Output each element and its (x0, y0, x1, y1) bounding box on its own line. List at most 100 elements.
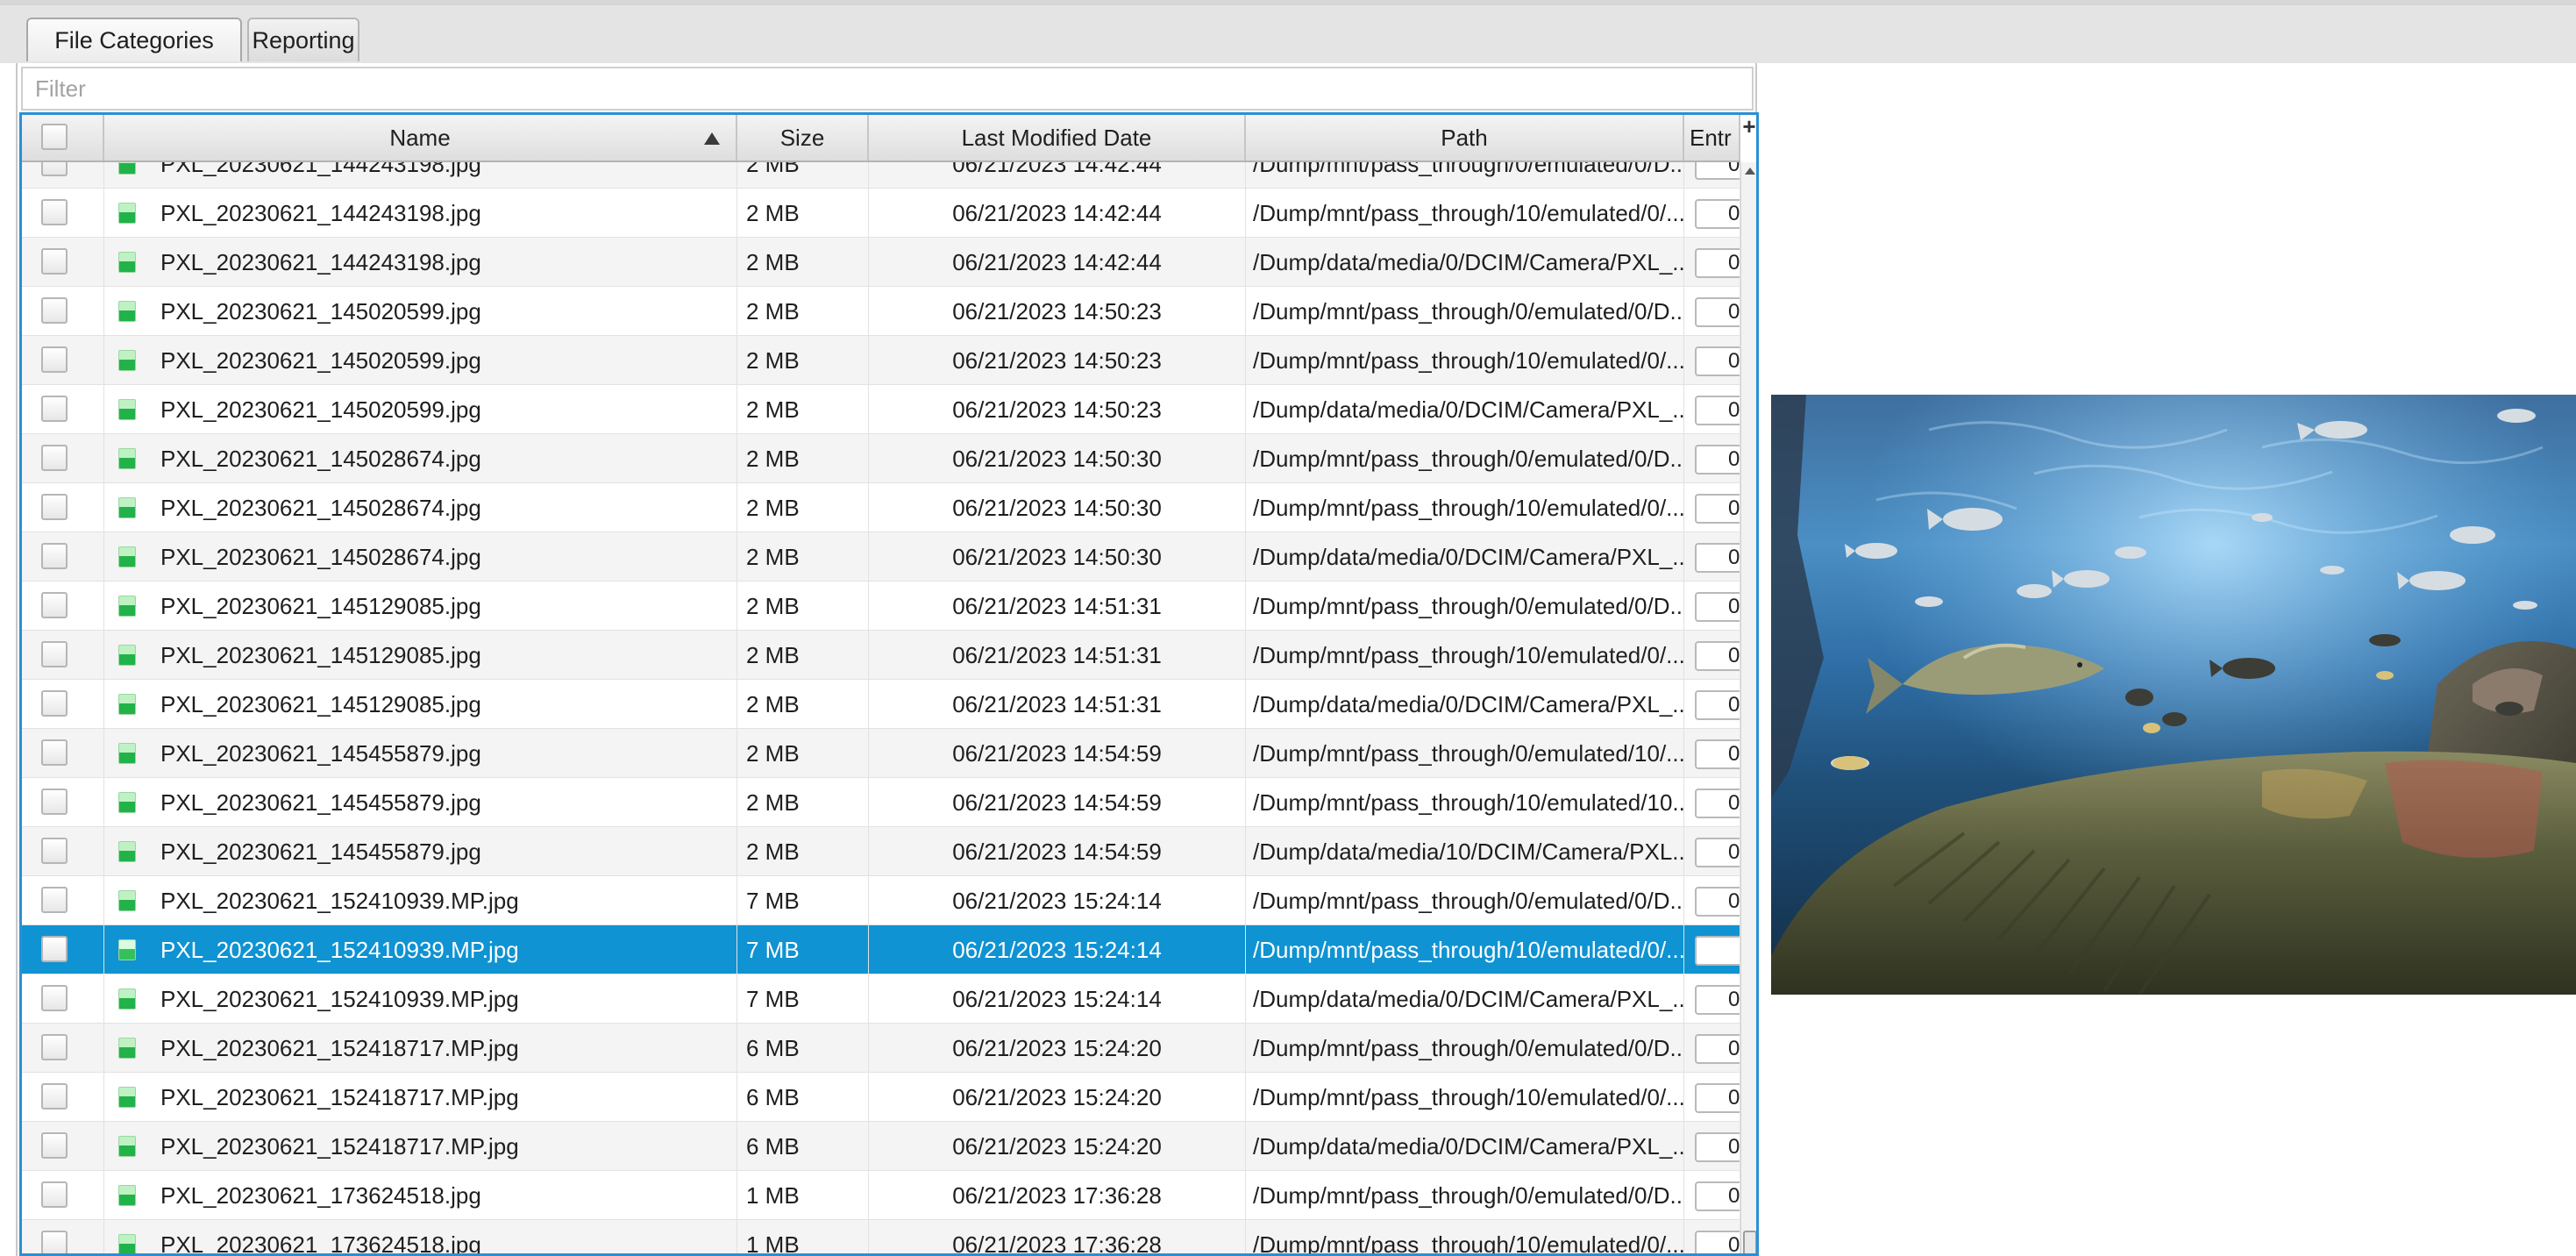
column-header-size[interactable]: Size (737, 115, 869, 161)
table-row[interactable]: PXL_20230621_145455879.jpg 2 MB 06/21/2023… (22, 729, 1740, 778)
tab-reporting[interactable]: Reporting (247, 18, 359, 61)
filter-input[interactable] (21, 67, 1754, 111)
underwater-photo (1771, 395, 2576, 995)
row-checkbox[interactable] (41, 248, 68, 275)
file-path: /Dump/data/media/0/DCIM/Camera/PXL_... (1246, 238, 1684, 287)
table-row[interactable]: PXL_20230621_144243198.jpg 2 MB 06/21/2023… (22, 189, 1740, 238)
entry-field[interactable]: 0. (1695, 1132, 1740, 1162)
add-column-icon[interactable]: + (1740, 115, 1756, 141)
scroll-up-arrow-icon[interactable] (1745, 168, 1755, 175)
entry-field[interactable]: 0. (1695, 1231, 1740, 1253)
entry-field[interactable]: 0. (1695, 887, 1740, 917)
row-checkbox[interactable] (41, 1231, 68, 1253)
row-checkbox[interactable] (41, 641, 68, 667)
row-checkbox[interactable] (41, 838, 68, 864)
table-row-selected[interactable]: PXL_20230621_152410939.MP.jpg 7 MB 06/21/2… (22, 925, 1740, 974)
scroll-thumb[interactable] (1743, 1231, 1756, 1253)
file-size: 1 MB (737, 1220, 869, 1253)
entry-field[interactable]: 0. (1695, 199, 1740, 229)
table-row[interactable]: PXL_20230621_145028674.jpg 2 MB 06/21/2023… (22, 434, 1740, 483)
table-row[interactable]: PXL_20230621_152418717.MP.jpg 6 MB 06/21/2… (22, 1122, 1740, 1171)
table-row[interactable]: PXL_20230621_144243198.jpg 2 MB 06/21/2023… (22, 238, 1740, 287)
last-modified-date: 06/21/2023 14:54:59 (869, 778, 1246, 827)
entry-field[interactable]: 0. (1695, 641, 1740, 671)
row-checkbox[interactable] (41, 887, 68, 913)
table-row[interactable]: PXL_20230621_173624518.jpg 1 MB 06/21/2023… (22, 1171, 1740, 1220)
files-table: Name Size Last Modified Date Path Entr +… (19, 112, 1759, 1256)
row-checkbox[interactable] (41, 985, 68, 1011)
column-header-date[interactable]: Last Modified Date (869, 115, 1246, 161)
vertical-scrollbar[interactable] (1740, 162, 1756, 1253)
row-checkbox[interactable] (41, 199, 68, 225)
table-row[interactable]: PXL_20230621_144243198.jpg 2 MB 06/21/2023… (22, 162, 1740, 189)
entry-field[interactable]: 0. (1695, 1034, 1740, 1064)
row-checkbox[interactable] (41, 789, 68, 815)
row-checkbox[interactable] (41, 346, 68, 373)
file-name: PXL_20230621_152418717.MP.jpg (104, 1024, 737, 1073)
entry-field[interactable] (1695, 936, 1740, 966)
file-path: /Dump/mnt/pass_through/0/emulated/10/... (1246, 729, 1684, 778)
table-row[interactable]: PXL_20230621_145020599.jpg 2 MB 06/21/2023… (22, 287, 1740, 336)
column-header-path[interactable]: Path (1246, 115, 1684, 161)
entry-field[interactable]: 0. (1695, 396, 1740, 425)
table-row[interactable]: PXL_20230621_145129085.jpg 2 MB 06/21/2023… (22, 680, 1740, 729)
entry-cell: 0. (1684, 1220, 1740, 1253)
row-checkbox[interactable] (41, 396, 68, 422)
row-checkbox[interactable] (41, 494, 68, 520)
row-checkbox[interactable] (41, 1132, 68, 1159)
entry-field[interactable]: 0. (1695, 543, 1740, 573)
table-row[interactable]: PXL_20230621_152418717.MP.jpg 6 MB 06/21/2… (22, 1024, 1740, 1073)
entry-field[interactable]: 0. (1695, 346, 1740, 376)
row-checkbox[interactable] (41, 690, 68, 717)
table-row[interactable]: PXL_20230621_145020599.jpg 2 MB 06/21/2023… (22, 336, 1740, 385)
entry-field[interactable]: 0. (1695, 162, 1740, 180)
tab-file-categories-view[interactable]: File Categories View (26, 18, 242, 96)
row-checkbox-cell (22, 287, 104, 336)
row-checkbox[interactable] (41, 445, 68, 471)
entry-field[interactable]: 0. (1695, 1181, 1740, 1211)
row-checkbox[interactable] (41, 739, 68, 766)
entry-field[interactable]: 0. (1695, 494, 1740, 524)
table-row[interactable]: PXL_20230621_152418717.MP.jpg 6 MB 06/21/2… (22, 1073, 1740, 1122)
entry-field[interactable]: 0. (1695, 985, 1740, 1015)
table-row[interactable]: PXL_20230621_145020599.jpg 2 MB 06/21/2023… (22, 385, 1740, 434)
table-row[interactable]: PXL_20230621_145028674.jpg 2 MB 06/21/2023… (22, 532, 1740, 582)
entry-field[interactable]: 0. (1695, 838, 1740, 867)
column-header-name[interactable]: Name (104, 115, 737, 161)
row-checkbox[interactable] (41, 1083, 68, 1110)
table-row[interactable]: PXL_20230621_173624518.jpg 1 MB 06/21/2023… (22, 1220, 1740, 1253)
entry-field[interactable]: 0. (1695, 1083, 1740, 1113)
row-checkbox-cell (22, 582, 104, 631)
table-row[interactable]: PXL_20230621_145028674.jpg 2 MB 06/21/2023… (22, 483, 1740, 532)
column-header-entry[interactable]: Entr (1684, 115, 1740, 161)
table-row[interactable]: PXL_20230621_145129085.jpg 2 MB 06/21/2023… (22, 631, 1740, 680)
entry-cell: 0. (1684, 1073, 1740, 1122)
entry-field[interactable]: 0. (1695, 248, 1740, 278)
table-row[interactable]: PXL_20230621_145455879.jpg 2 MB 06/21/2023… (22, 827, 1740, 876)
select-all-checkbox[interactable] (41, 124, 68, 150)
file-size: 1 MB (737, 1171, 869, 1220)
entry-field[interactable]: 0. (1695, 739, 1740, 769)
entry-field[interactable]: 0. (1695, 445, 1740, 475)
row-checkbox[interactable] (41, 1034, 68, 1060)
last-modified-date: 06/21/2023 17:36:28 (869, 1171, 1246, 1220)
file-name: PXL_20230621_145020599.jpg (104, 336, 737, 385)
row-checkbox[interactable] (41, 936, 68, 962)
table-row[interactable]: PXL_20230621_145129085.jpg 2 MB 06/21/2023… (22, 582, 1740, 631)
row-checkbox[interactable] (41, 543, 68, 569)
row-checkbox[interactable] (41, 1181, 68, 1208)
entry-field[interactable]: 0. (1695, 789, 1740, 818)
file-path: /Dump/data/media/0/DCIM/Camera/PXL_... (1246, 974, 1684, 1024)
row-checkbox[interactable] (41, 592, 68, 618)
entry-field[interactable]: 0. (1695, 592, 1740, 622)
table-row[interactable]: PXL_20230621_145455879.jpg 2 MB 06/21/2023… (22, 778, 1740, 827)
entry-field[interactable]: 0. (1695, 690, 1740, 720)
select-all-header (22, 115, 104, 161)
file-path: /Dump/mnt/pass_through/0/emulated/0/D... (1246, 1171, 1684, 1220)
entry-cell: 0. (1684, 631, 1740, 680)
table-row[interactable]: PXL_20230621_152410939.MP.jpg 7 MB 06/21/2… (22, 876, 1740, 925)
table-row[interactable]: PXL_20230621_152410939.MP.jpg 7 MB 06/21/2… (22, 974, 1740, 1024)
row-checkbox[interactable] (41, 297, 68, 324)
entry-field[interactable]: 0. (1695, 297, 1740, 327)
row-checkbox[interactable] (41, 162, 68, 176)
